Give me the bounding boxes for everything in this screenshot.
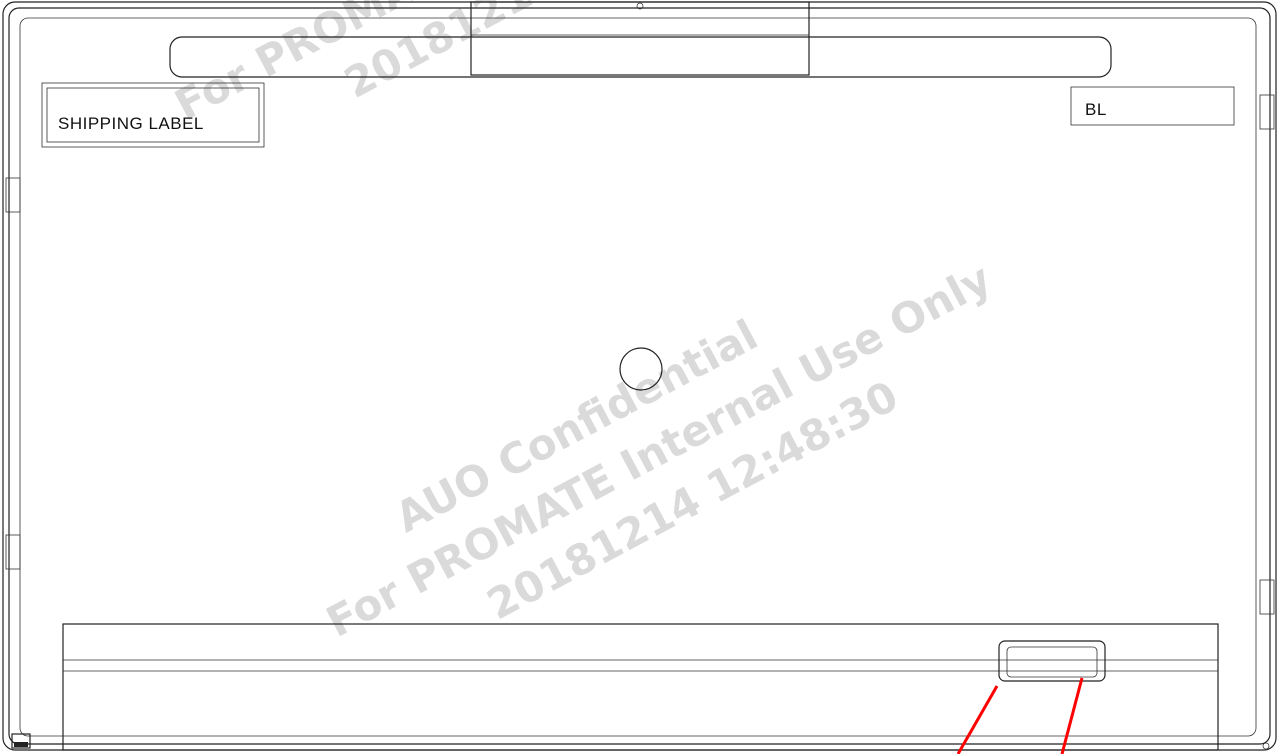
- board-cover-outline: [62, 623, 1219, 751]
- small-connector-pins: [14, 742, 28, 747]
- shipping-label-text: SHIPPING LABEL: [58, 114, 204, 133]
- left-side-clips: [5, 177, 21, 570]
- bl-label-area: BL: [1070, 86, 1235, 126]
- bottom-board-cover: [62, 623, 1219, 751]
- right-side-clips: [1259, 94, 1275, 615]
- callout-lines: [956, 677, 1084, 754]
- callout-line-right: [1060, 677, 1084, 754]
- left-clip-lower: [5, 534, 21, 570]
- watermark: AUO Confidential For PROMATE Internal Us…: [167, 0, 999, 647]
- left-clip-upper: [5, 177, 21, 213]
- right-clip-upper: [1259, 94, 1275, 130]
- panel-drawing: AUO Confidential For PROMATE Internal Us…: [2, 0, 1277, 754]
- connector-cutout-inner: [1006, 646, 1098, 678]
- bottom-right-screw-icon: [1262, 742, 1270, 750]
- right-clip-lower: [1259, 579, 1275, 615]
- watermark-line-2: For PROMATE Internal Use Only: [318, 254, 999, 647]
- drawing-canvas: AUO Confidential For PROMATE Internal Us…: [0, 0, 1279, 754]
- bl-label-text: BL: [1085, 100, 1107, 119]
